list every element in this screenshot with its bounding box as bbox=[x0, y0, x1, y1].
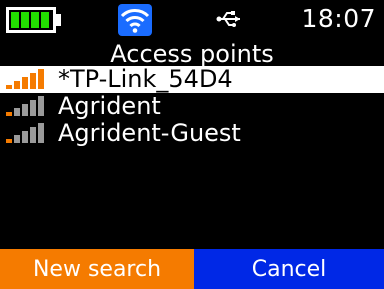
status-bar: 18:07 bbox=[0, 0, 384, 40]
access-point-name: Agrident-Guest bbox=[58, 119, 241, 147]
usb-icon bbox=[216, 11, 240, 27]
new-search-button[interactable]: New search bbox=[0, 249, 194, 289]
signal-strength-icon bbox=[6, 96, 44, 116]
page-title: Access points bbox=[110, 40, 274, 68]
battery-tip bbox=[56, 14, 61, 26]
access-point-name: Agrident bbox=[58, 92, 161, 120]
battery-full-icon bbox=[6, 7, 56, 33]
cancel-button[interactable]: Cancel bbox=[194, 249, 384, 289]
signal-strength-icon bbox=[6, 69, 44, 89]
wifi-icon bbox=[118, 4, 152, 36]
access-point-name: *TP-Link_54D4 bbox=[58, 65, 233, 93]
softkey-bar: New search Cancel bbox=[0, 249, 384, 289]
access-point-item[interactable]: Agrident-Guest bbox=[0, 119, 384, 147]
clock: 18:07 bbox=[301, 4, 376, 33]
access-point-item[interactable]: *TP-Link_54D4 bbox=[0, 65, 384, 93]
access-point-item[interactable]: Agrident bbox=[0, 92, 384, 120]
access-point-list: *TP-Link_54D4 Agrident Agrident-Guest bbox=[0, 65, 384, 147]
signal-strength-icon bbox=[6, 123, 44, 143]
